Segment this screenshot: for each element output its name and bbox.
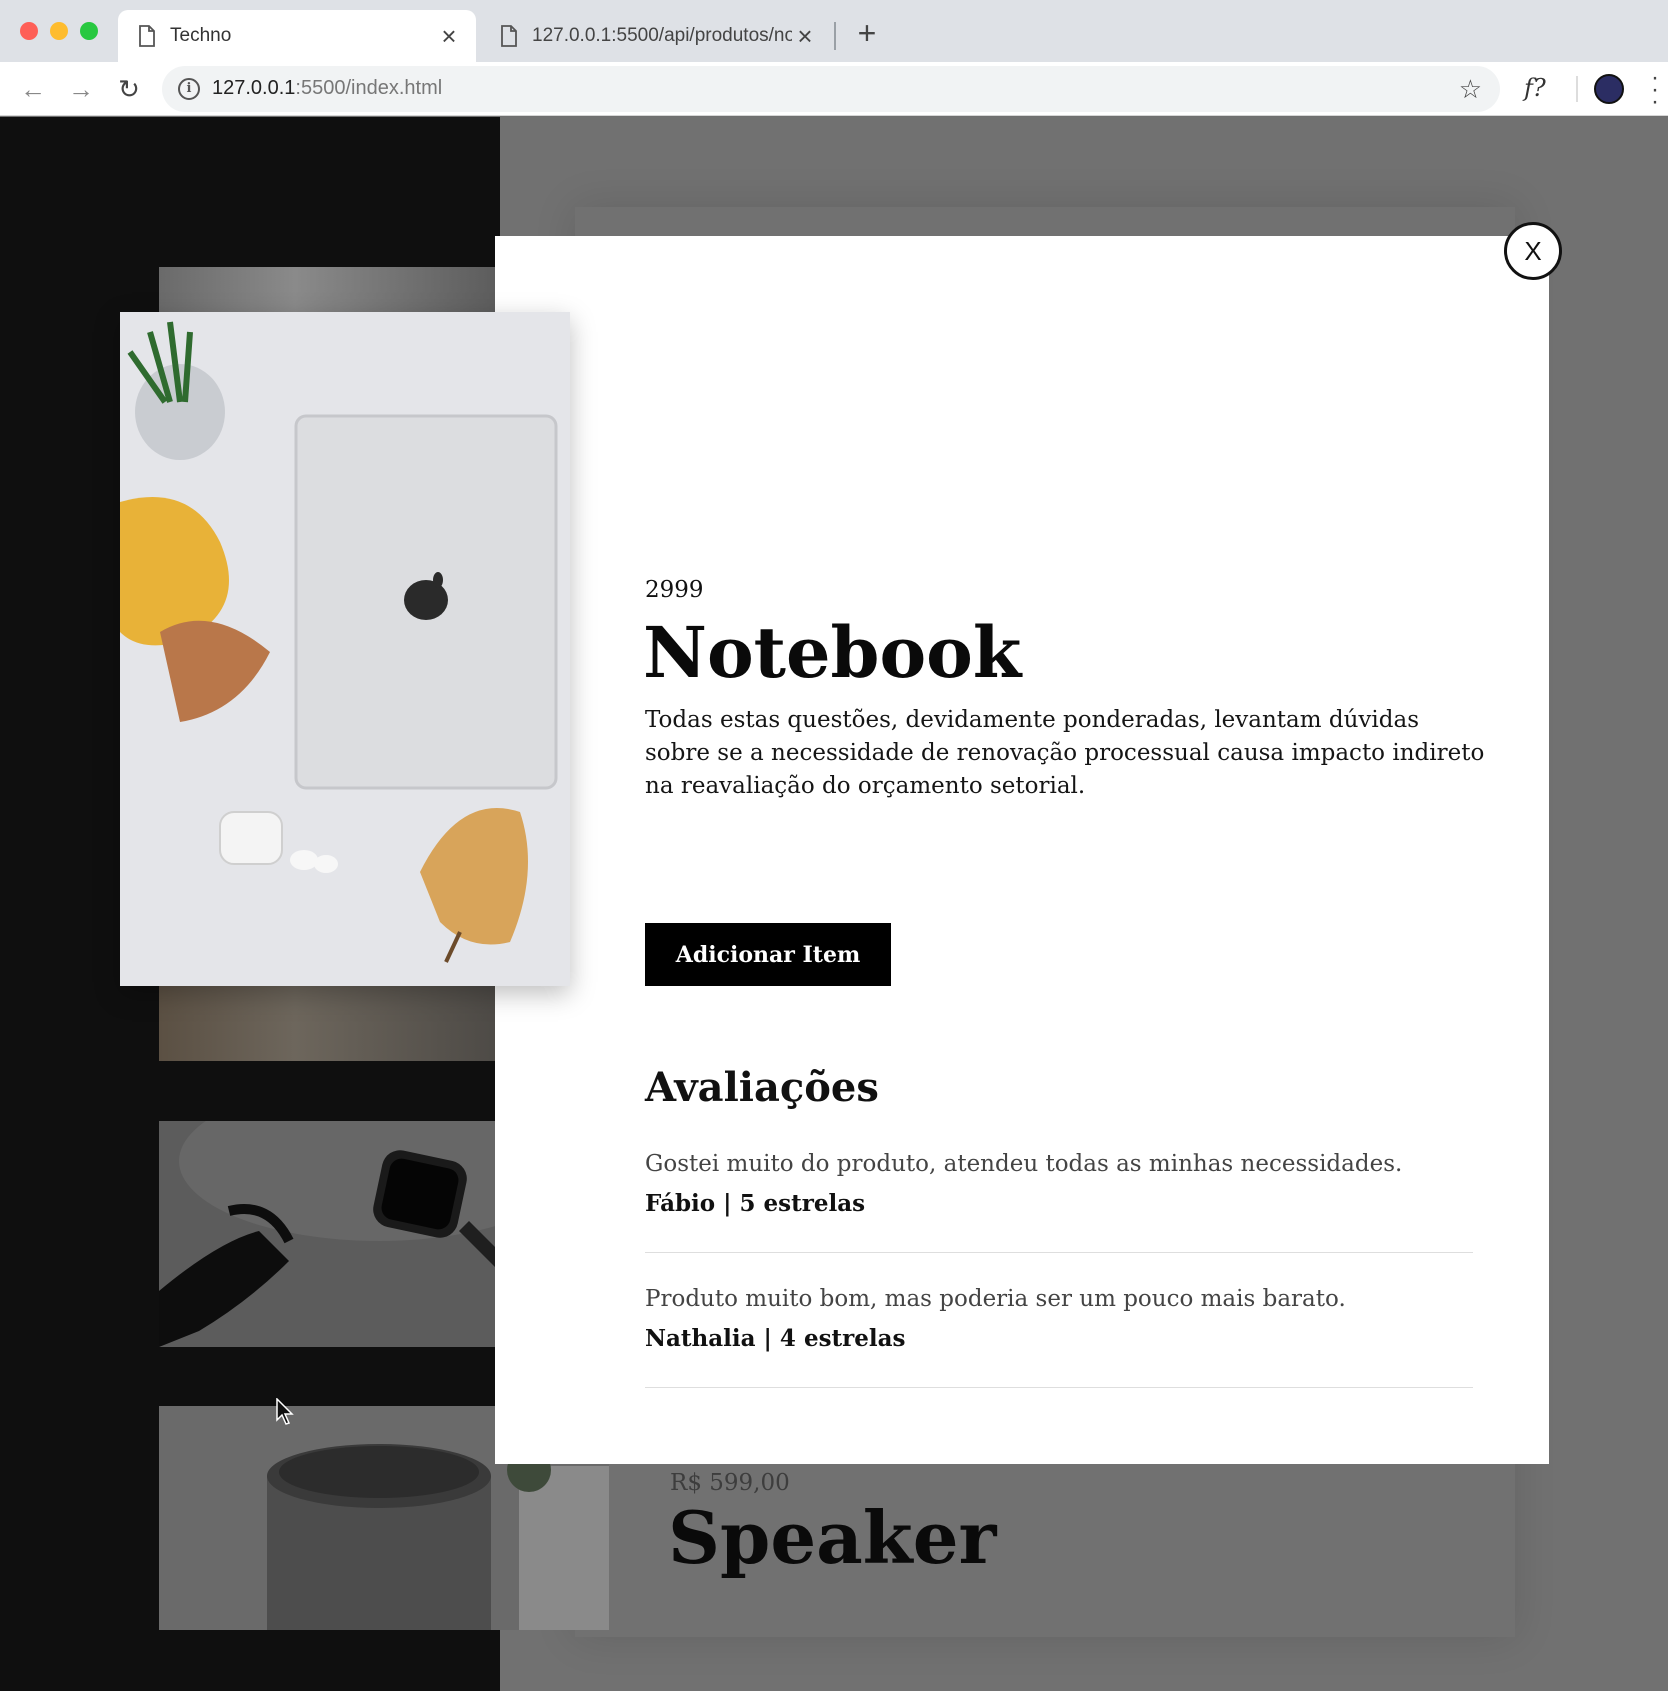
browser-menu-icon[interactable]: · · · bbox=[1650, 66, 1660, 114]
reviews-heading: Avaliações bbox=[645, 1064, 879, 1111]
product-image-notebook bbox=[120, 312, 570, 986]
close-tab-icon[interactable]: × bbox=[792, 23, 818, 49]
url-text: 127.0.0.1:5500/index.html bbox=[212, 77, 442, 100]
profile-avatar-icon[interactable] bbox=[1594, 74, 1624, 104]
review-item: Gostei muito do produto, atendeu todas a… bbox=[645, 1148, 1473, 1253]
new-tab-icon[interactable]: + bbox=[852, 17, 882, 49]
product-title: Notebook bbox=[643, 611, 1022, 694]
add-item-button[interactable]: Adicionar Item bbox=[645, 923, 891, 986]
glasses-and-watch-image bbox=[159, 1121, 499, 1347]
tab-title: Techno bbox=[170, 25, 232, 46]
minimize-window-button[interactable] bbox=[50, 22, 68, 40]
tab-techno[interactable]: Techno × bbox=[118, 10, 476, 62]
url-host: 127.0.0.1 bbox=[212, 77, 296, 99]
review-author: Fábio | 5 estrelas bbox=[645, 1190, 866, 1217]
review-text: Produto muito bom, mas poderia ser um po… bbox=[645, 1286, 1346, 1312]
speaker-title: Speaker bbox=[668, 1495, 997, 1580]
tab-divider bbox=[834, 22, 836, 50]
document-icon bbox=[139, 25, 155, 47]
document-icon bbox=[501, 25, 517, 47]
notebook-photo bbox=[120, 312, 570, 986]
product-thumbnail[interactable] bbox=[159, 985, 499, 1061]
review-text: Gostei muito do produto, atendeu todas a… bbox=[645, 1151, 1403, 1177]
forward-arrow-icon[interactable]: → bbox=[66, 74, 96, 104]
product-thumbnail-watch[interactable] bbox=[159, 1121, 499, 1347]
speaker-price: R$ 599,00 bbox=[670, 1470, 790, 1496]
address-bar[interactable]: i 127.0.0.1:5500/index.html ☆ bbox=[162, 66, 1500, 112]
product-modal bbox=[495, 236, 1549, 1464]
tab-title: 127.0.0.1:5500/api/produtos/no bbox=[532, 25, 792, 46]
product-price: 2999 bbox=[645, 577, 704, 603]
font-extension-icon[interactable]: f? bbox=[1524, 74, 1546, 102]
bookmark-star-icon[interactable]: ☆ bbox=[1459, 74, 1482, 105]
close-modal-button[interactable]: X bbox=[1504, 222, 1562, 280]
mouse-cursor-icon bbox=[276, 1398, 294, 1425]
reload-icon[interactable]: ↻ bbox=[114, 74, 144, 104]
browser-toolbar: ← → ↻ i 127.0.0.1:5500/index.html ☆ f? ·… bbox=[0, 62, 1668, 116]
close-window-button[interactable] bbox=[20, 22, 38, 40]
tab-api-produtos[interactable]: 127.0.0.1:5500/api/produtos/no × bbox=[480, 10, 832, 62]
site-info-icon[interactable]: i bbox=[178, 78, 200, 100]
toolbar-divider bbox=[1576, 76, 1578, 102]
url-path: :5500/index.html bbox=[295, 77, 443, 99]
back-arrow-icon[interactable]: ← bbox=[18, 74, 48, 104]
close-tab-icon[interactable]: × bbox=[436, 23, 462, 49]
maximize-window-button[interactable] bbox=[80, 22, 98, 40]
browser-tab-bar: Techno × 127.0.0.1:5500/api/produtos/no … bbox=[0, 0, 1668, 62]
review-item: Produto muito bom, mas poderia ser um po… bbox=[645, 1283, 1473, 1388]
review-author: Nathalia | 4 estrelas bbox=[645, 1325, 906, 1352]
product-description: Todas estas questões, devidamente ponder… bbox=[645, 707, 1485, 799]
